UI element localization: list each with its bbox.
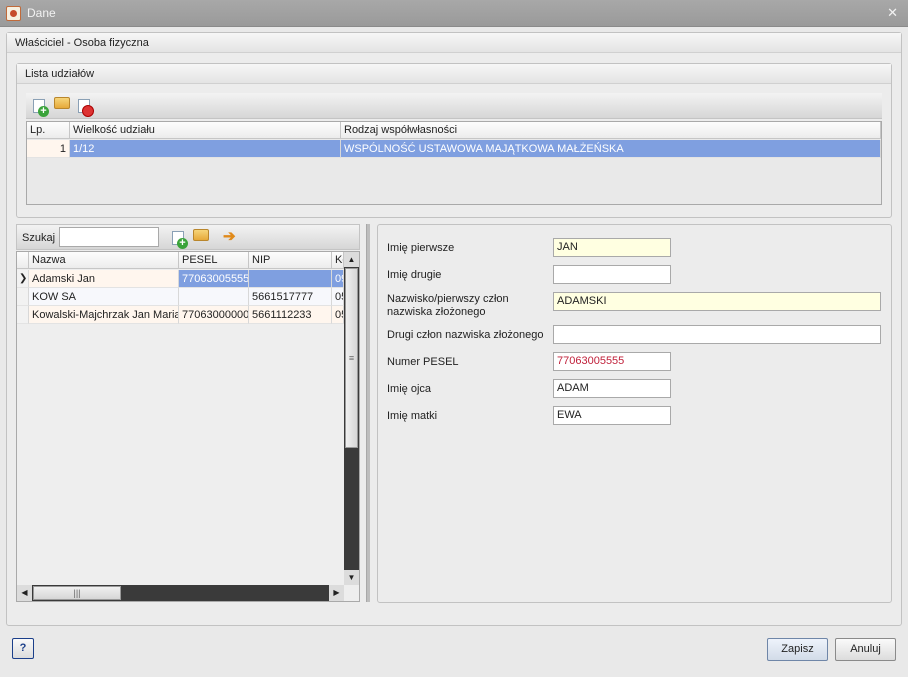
shares-panel-title: Lista udziałów xyxy=(17,64,891,84)
person-details-panel: Imię pierwsze JAN Imię drugie Nazwisko/p… xyxy=(377,224,892,603)
share-row-size[interactable]: 1/12 xyxy=(70,140,341,158)
person-row-name[interactable]: Adamski Jan xyxy=(29,270,179,288)
horizontal-scrollbar[interactable]: ◀ ||| ▶ xyxy=(17,585,344,601)
mother-name-label: Imię matki xyxy=(387,410,438,422)
scroll-thumb-h[interactable]: ||| xyxy=(33,586,121,600)
search-label: Szukaj xyxy=(22,232,56,244)
first-name-field[interactable]: JAN xyxy=(553,238,671,257)
surname-field[interactable]: ADAMSKI xyxy=(553,292,881,311)
second-name-field[interactable] xyxy=(553,265,671,284)
person-row-name[interactable]: Kowalski-Majchrzak Jan Maria xyxy=(29,306,179,324)
column-header-ko[interactable]: Ko xyxy=(332,252,344,269)
scroll-down-icon[interactable]: ▼ xyxy=(344,570,359,585)
delete-share-icon[interactable] xyxy=(78,99,94,117)
column-header-name[interactable]: Nazwa xyxy=(29,252,179,269)
person-row-pesel[interactable] xyxy=(179,288,249,306)
person-row-ko[interactable]: 05 xyxy=(332,288,344,306)
surname-label: Nazwisko/pierwszy człon xyxy=(387,293,509,305)
first-name-label: Imię pierwsze xyxy=(387,242,455,254)
person-row-pesel[interactable]: 77063000000 xyxy=(179,306,249,324)
shares-grid: Lp. Wielkość udziału Rodzaj współwłasnoś… xyxy=(26,121,882,205)
scroll-up-icon[interactable]: ▲ xyxy=(344,252,359,267)
arrow-right-icon[interactable]: ➔ xyxy=(223,229,239,245)
share-row-type[interactable]: WSPÓLNOŚĆ USTAWOWA MAJĄTKOWA MAŁŻEŃSKA xyxy=(341,140,881,158)
surname2-field[interactable] xyxy=(553,325,881,344)
person-row-nip[interactable] xyxy=(249,270,332,288)
add-person-icon[interactable] xyxy=(172,231,188,249)
person-row-ko[interactable]: 09 xyxy=(332,270,344,288)
person-row-nip[interactable]: 5661112233 xyxy=(249,306,332,324)
close-icon[interactable]: ✕ xyxy=(887,5,898,21)
person-row-name[interactable]: KOW SA xyxy=(29,288,179,306)
second-name-label: Imię drugie xyxy=(387,269,442,281)
splitter[interactable] xyxy=(366,224,370,602)
surname-label-line2: nazwiska złożonego xyxy=(387,306,486,318)
column-header-pesel[interactable]: PESEL xyxy=(179,252,249,269)
surname2-label: Drugi człon nazwiska złożonego xyxy=(387,329,544,341)
person-row-nip[interactable]: 5661517777 xyxy=(249,288,332,306)
row-indicator-header xyxy=(17,252,29,269)
scroll-left-icon[interactable]: ◀ xyxy=(17,585,32,601)
shares-toolbar xyxy=(26,93,882,119)
search-input[interactable] xyxy=(59,227,159,247)
pesel-field[interactable]: 77063005555 xyxy=(553,352,671,371)
share-row-lp[interactable]: 1 xyxy=(27,140,70,158)
scroll-thumb[interactable]: ≡ xyxy=(345,268,358,448)
father-name-field[interactable]: ADAM xyxy=(553,379,671,398)
row-indicator xyxy=(17,306,29,324)
owner-panel-title: Właściciel - Osoba fizyczna xyxy=(7,33,901,53)
mother-name-field[interactable]: EWA xyxy=(553,406,671,425)
open-share-icon[interactable] xyxy=(54,97,70,109)
open-person-icon[interactable] xyxy=(193,229,209,241)
column-header-lp[interactable]: Lp. xyxy=(27,122,70,139)
add-share-icon[interactable] xyxy=(33,99,49,117)
row-indicator xyxy=(17,288,29,306)
pesel-label: Numer PESEL xyxy=(387,356,459,368)
vertical-scrollbar[interactable]: ▲ ≡ ▼ xyxy=(344,252,359,585)
persons-grid: Nazwa PESEL NIP Ko ❯ Adamski Jan 7706300… xyxy=(16,251,360,602)
window-title: Dane xyxy=(27,6,56,20)
column-header-ownership-type[interactable]: Rodzaj współwłasności xyxy=(341,122,881,139)
help-icon: ? xyxy=(19,642,27,654)
column-header-nip[interactable]: NIP xyxy=(249,252,332,269)
scroll-right-icon[interactable]: ▶ xyxy=(329,585,344,601)
father-name-label: Imię ojca xyxy=(387,383,432,395)
column-header-share-size[interactable]: Wielkość udziału xyxy=(70,122,341,139)
person-row-pesel[interactable]: 77063005555 xyxy=(179,270,249,288)
title-bar: Dane ✕ xyxy=(0,0,908,27)
person-row-ko[interactable]: 05 xyxy=(332,306,344,324)
app-icon xyxy=(6,6,21,21)
save-button[interactable]: Zapisz xyxy=(767,638,828,661)
help-button[interactable]: ? xyxy=(12,638,34,659)
cancel-button[interactable]: Anuluj xyxy=(835,638,896,661)
current-row-indicator: ❯ xyxy=(17,270,29,288)
search-toolbar: Szukaj ➔ xyxy=(16,224,360,250)
